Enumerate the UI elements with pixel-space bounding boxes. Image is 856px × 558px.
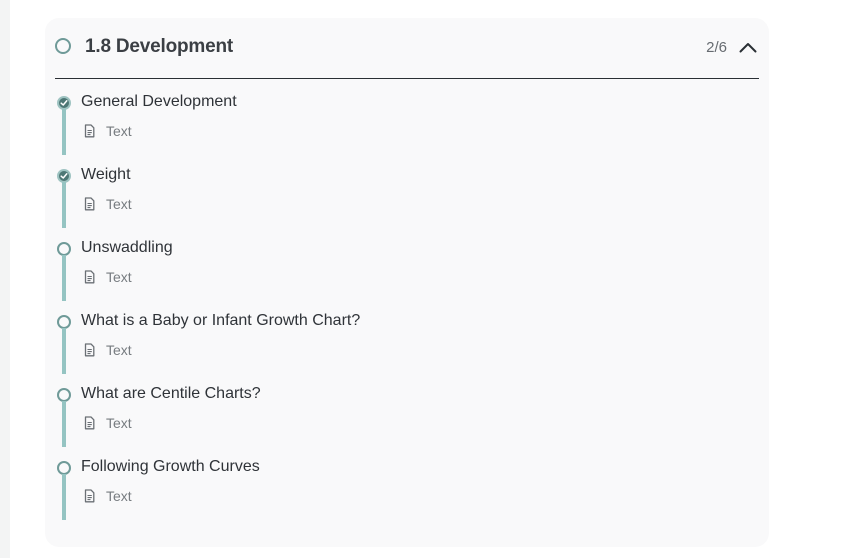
completed-check-icon xyxy=(57,96,71,110)
lesson-type-label: Text xyxy=(106,196,132,212)
incomplete-circle-icon xyxy=(57,388,71,402)
section-status-icon xyxy=(55,38,71,54)
lesson-type[interactable]: Text xyxy=(83,342,132,358)
lesson-type-label: Text xyxy=(106,269,132,285)
lesson-type[interactable]: Text xyxy=(83,196,132,212)
incomplete-circle-icon xyxy=(57,242,71,256)
lesson-title[interactable]: Unswaddling xyxy=(81,239,173,257)
lesson-type-label: Text xyxy=(106,342,132,358)
section-title: 1.8 Development xyxy=(85,36,233,57)
lesson-connector-line xyxy=(62,401,66,447)
lesson-connector-line xyxy=(62,255,66,301)
lesson-type[interactable]: Text xyxy=(83,123,132,139)
lesson-title[interactable]: General Development xyxy=(81,93,237,111)
lesson-type[interactable]: Text xyxy=(83,488,132,504)
document-icon xyxy=(83,124,96,138)
section-progress-count: 2/6 xyxy=(706,39,727,56)
page: 1.8 Development 2/6 General Development … xyxy=(0,0,856,558)
lesson-connector-line xyxy=(62,182,66,228)
section-header[interactable]: 1.8 Development 2/6 xyxy=(55,18,759,79)
lesson-title[interactable]: Following Growth Curves xyxy=(81,458,260,476)
lesson-type[interactable]: Text xyxy=(83,415,132,431)
left-panel-edge xyxy=(0,0,10,558)
chevron-up-icon[interactable] xyxy=(739,40,757,53)
lesson-item[interactable]: What are Centile Charts? Text xyxy=(55,384,755,457)
lesson-title[interactable]: What are Centile Charts? xyxy=(81,385,261,403)
lesson-title[interactable]: Weight xyxy=(81,166,131,184)
lesson-item[interactable]: Weight Text xyxy=(55,165,755,238)
lesson-type-label: Text xyxy=(106,415,132,431)
document-icon xyxy=(83,343,96,357)
incomplete-circle-icon xyxy=(57,461,71,475)
lesson-type-label: Text xyxy=(106,488,132,504)
lesson-item[interactable]: Following Growth Curves Text xyxy=(55,457,755,530)
document-icon xyxy=(83,489,96,503)
lesson-item[interactable]: Unswaddling Text xyxy=(55,238,755,311)
document-icon xyxy=(83,270,96,284)
incomplete-circle-icon xyxy=(57,315,71,329)
document-icon xyxy=(83,197,96,211)
lesson-item[interactable]: What is a Baby or Infant Growth Chart? T… xyxy=(55,311,755,384)
lesson-item[interactable]: General Development Text xyxy=(55,92,755,165)
document-icon xyxy=(83,416,96,430)
lesson-connector-line xyxy=(62,328,66,374)
lesson-type[interactable]: Text xyxy=(83,269,132,285)
completed-check-icon xyxy=(57,169,71,183)
section-card: 1.8 Development 2/6 General Development … xyxy=(45,18,769,547)
lesson-connector-line xyxy=(62,474,66,520)
lesson-connector-line xyxy=(62,109,66,155)
lesson-type-label: Text xyxy=(106,123,132,139)
lesson-title[interactable]: What is a Baby or Infant Growth Chart? xyxy=(81,312,360,330)
